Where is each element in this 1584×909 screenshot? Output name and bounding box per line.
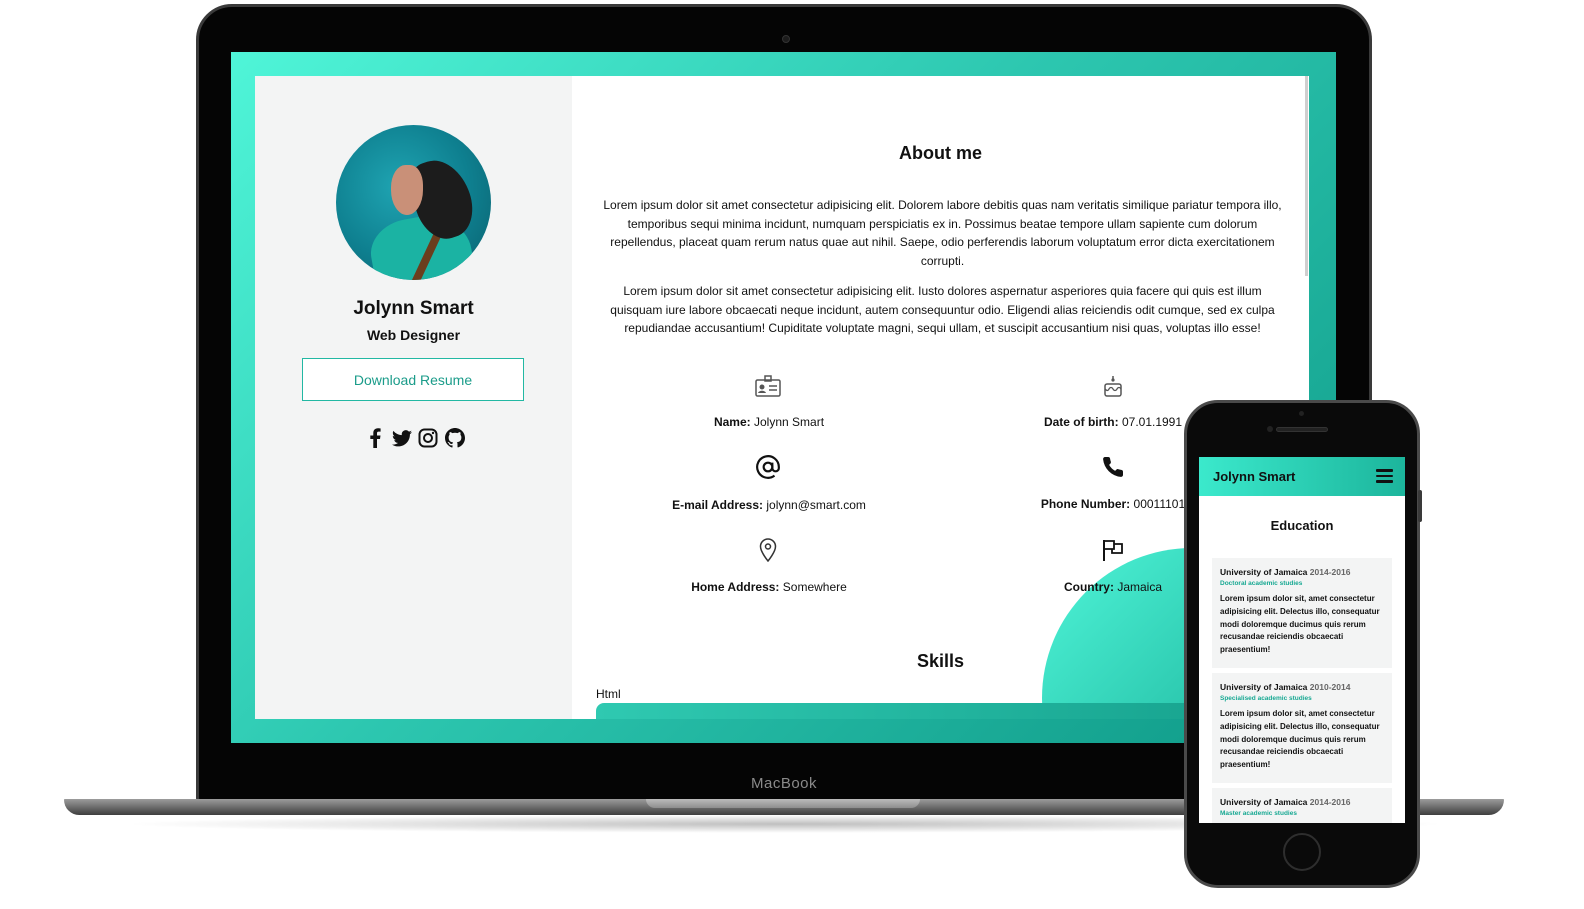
phone-side-button: [1418, 490, 1422, 522]
about-title: About me: [899, 143, 982, 163]
education-description: Lorem ipsum dolor sit, amet consectetur …: [1220, 709, 1380, 770]
resume-page: Jolynn Smart Web Designer Download Resum…: [255, 76, 1309, 719]
education-card: University of Jamaica 2014-2016 Doctoral…: [1212, 558, 1392, 668]
mobile-header: Jolynn Smart: [1199, 457, 1405, 496]
about-paragraph: Lorem ipsum dolor sit amet consectetur a…: [603, 198, 1282, 268]
home-button[interactable]: [1283, 833, 1321, 871]
education-school: University of Jamaica: [1220, 682, 1308, 692]
profile-sidebar: Jolynn Smart Web Designer Download Resum…: [255, 76, 572, 719]
education-description: Lorem ipsum dolor sit, amet consectetur …: [1220, 594, 1380, 655]
map-pin-icon: [753, 535, 783, 565]
education-type: Master academic studies: [1220, 810, 1297, 817]
twitter-icon[interactable]: [391, 428, 413, 449]
avatar: [336, 125, 491, 280]
phone-screen: Jolynn Smart Education University of Jam…: [1199, 457, 1405, 823]
phone-icon: [1098, 452, 1128, 482]
mobile-header-title: Jolynn Smart: [1213, 469, 1296, 484]
profile-name: Jolynn Smart: [353, 298, 474, 319]
instagram-icon[interactable]: [418, 428, 439, 449]
camera-icon: [782, 35, 790, 43]
birthday-cake-icon: [1098, 371, 1128, 401]
phone-sensor: [1299, 411, 1304, 416]
info-address: Home Address: Somewhere: [691, 580, 847, 594]
education-type: Doctoral academic studies: [1220, 580, 1303, 587]
id-card-icon: [753, 371, 783, 401]
info-name: Name: Jolynn Smart: [713, 415, 825, 429]
education-card: University of Jamaica 2010-2014 Speciali…: [1212, 673, 1392, 783]
facebook-icon[interactable]: [365, 428, 386, 449]
laptop-screen: Jolynn Smart Web Designer Download Resum…: [231, 52, 1336, 743]
laptop-notch: [646, 799, 920, 808]
phone-speaker: [1276, 427, 1328, 432]
education-type: Specialised academic studies: [1220, 695, 1312, 702]
education-school: University of Jamaica: [1220, 567, 1308, 577]
scrollbar[interactable]: [1305, 76, 1308, 276]
education-school: University of Jamaica: [1220, 797, 1308, 807]
info-email: E-mail Address: jolynn@smart.com: [672, 498, 866, 512]
flag-icon: [1098, 535, 1128, 565]
phone-camera-icon: [1267, 426, 1273, 432]
hamburger-menu-icon[interactable]: [1376, 469, 1393, 483]
skill-label: Html: [596, 687, 621, 701]
education-years: 2014-2016: [1309, 567, 1351, 577]
github-icon[interactable]: [444, 428, 466, 449]
education-title: Education: [1270, 518, 1334, 533]
profile-role: Web Designer: [366, 327, 461, 343]
download-resume-button[interactable]: Download Resume: [302, 358, 524, 401]
about-paragraph: Lorem ipsum dolor sit amet consectetur a…: [610, 284, 1275, 335]
education-years: 2010-2014: [1309, 682, 1351, 692]
education-years: 2014-2016: [1309, 797, 1351, 807]
at-sign-icon: [753, 452, 783, 482]
social-links: [365, 426, 465, 450]
education-card: University of Jamaica 2014-2016 Master a…: [1212, 788, 1392, 823]
